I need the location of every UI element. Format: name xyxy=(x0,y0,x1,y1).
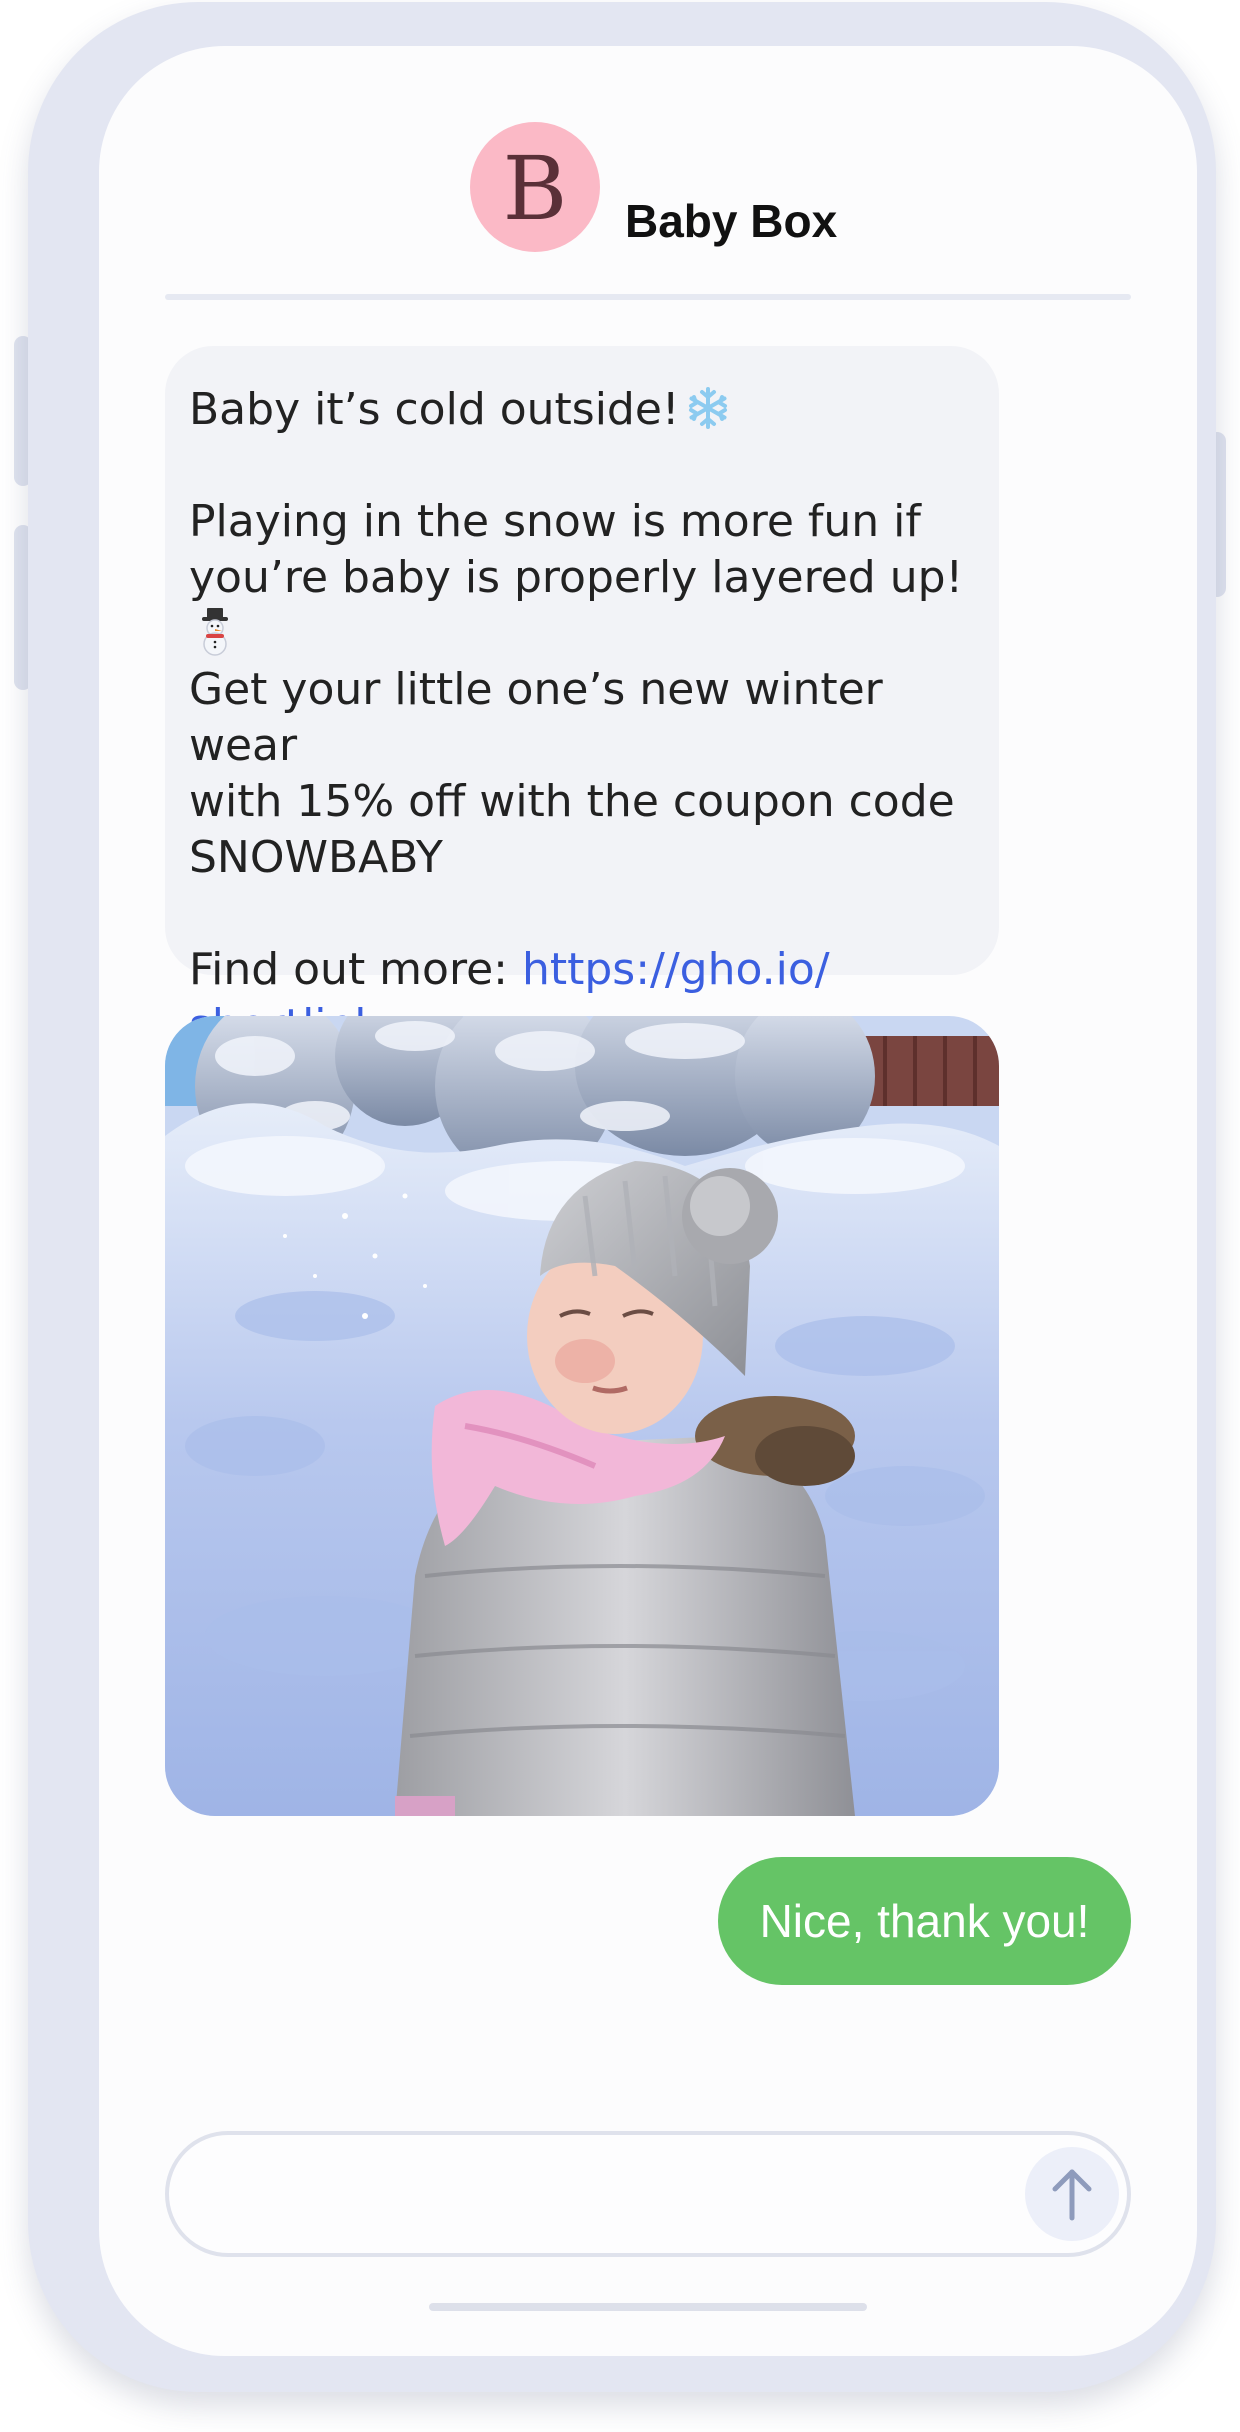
header-divider xyxy=(165,294,1131,300)
arrow-up-icon xyxy=(1052,2169,1092,2221)
phone-screen: B Baby Box Baby it’s cold outside! Playi… xyxy=(99,46,1197,2356)
snow-child-photo xyxy=(165,1016,999,1816)
media-image-attachment[interactable] xyxy=(165,1016,999,1816)
avatar-letter: B xyxy=(502,137,568,240)
conversation-header: B Baby Box xyxy=(99,46,1197,300)
message-line: with 15% off with the coupon code xyxy=(189,776,955,827)
snowflake-icon xyxy=(688,387,727,429)
send-button[interactable] xyxy=(1025,2147,1119,2241)
avatar[interactable]: B xyxy=(470,122,600,252)
outgoing-message-bubble[interactable]: Nice, thank you! xyxy=(718,1857,1131,1985)
link-prefix: Find out more: xyxy=(189,944,522,995)
coupon-code: SNOWBABY xyxy=(189,832,443,883)
link-text: https://gho.io/ xyxy=(521,944,830,995)
message-line: Baby it’s cold outside! xyxy=(189,384,680,435)
home-indicator[interactable] xyxy=(429,2303,867,2311)
incoming-message-text: Baby it’s cold outside! Playing in the s… xyxy=(189,382,975,1054)
snowman-icon xyxy=(202,608,228,656)
message-line: you’re baby is properly layered up! xyxy=(189,552,964,603)
phone-frame: B Baby Box Baby it’s cold outside! Playi… xyxy=(28,2,1216,2392)
message-input[interactable] xyxy=(209,2161,989,2227)
incoming-message-bubble[interactable]: Baby it’s cold outside! Playing in the s… xyxy=(165,346,999,1051)
message-line: Playing in the snow is more fun if xyxy=(189,496,921,547)
message-line: Get your little one’s new winter wear xyxy=(189,664,883,771)
outgoing-message-text: Nice, thank you! xyxy=(759,1895,1090,1947)
contact-name[interactable]: Baby Box xyxy=(625,198,837,244)
message-composer xyxy=(165,2131,1131,2257)
